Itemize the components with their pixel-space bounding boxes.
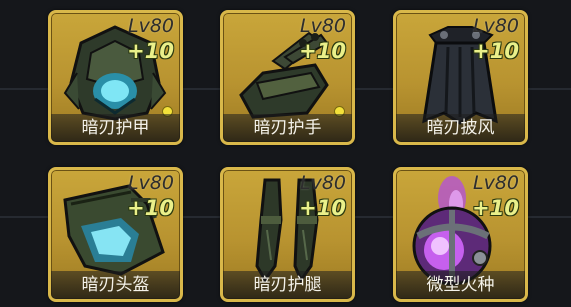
equipment-card-cloak[interactable]: Lv80 +10 暗刃披风 [393, 10, 528, 145]
enhance-bonus: +10 [299, 196, 346, 220]
level-label: Lv80 [127, 15, 174, 37]
level-label: Lv80 [299, 172, 346, 194]
item-name: 暗刃护手 [223, 114, 352, 142]
level-label: Lv80 [472, 172, 519, 194]
enhance-bonus: +10 [472, 196, 519, 220]
equipment-card-leggings[interactable]: Lv80 +10 暗刃护腿 [220, 167, 355, 302]
item-name: 微型火种 [396, 271, 525, 299]
level-label: Lv80 [299, 15, 346, 37]
enhance-bonus: +10 [472, 39, 519, 63]
item-name: 暗刃护甲 [51, 114, 180, 142]
equipment-card-gauntlet[interactable]: Lv80 +10 暗刃护手 [220, 10, 355, 145]
equipment-card-ember-orb[interactable]: Lv80 +10 微型火种 [393, 167, 528, 302]
level-label: Lv80 [127, 172, 174, 194]
equipment-card-helmet[interactable]: Lv80 +10 暗刃头盔 [48, 167, 183, 302]
enhance-bonus: +10 [127, 196, 174, 220]
equipment-card-armor[interactable]: Lv80 +10 暗刃护甲 [48, 10, 183, 145]
item-name: 暗刃护腿 [223, 271, 352, 299]
enhance-bonus: +10 [127, 39, 174, 63]
enhance-bonus: +10 [299, 39, 346, 63]
level-label: Lv80 [472, 15, 519, 37]
item-name: 暗刃头盔 [51, 271, 180, 299]
item-name: 暗刃披风 [396, 114, 525, 142]
